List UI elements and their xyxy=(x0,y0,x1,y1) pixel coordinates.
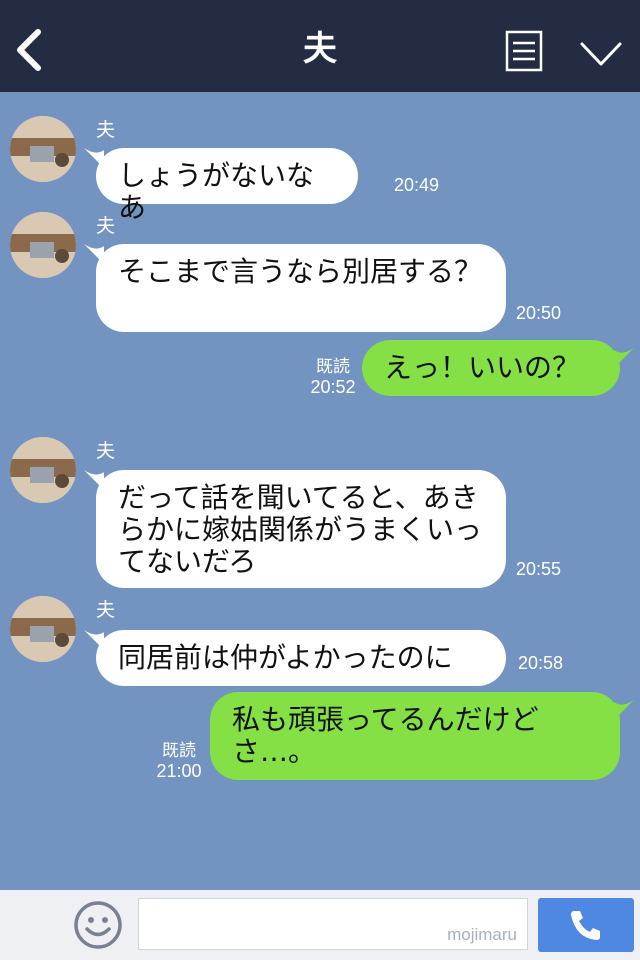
message-time: 20:52 xyxy=(310,377,356,397)
list-icon[interactable] xyxy=(505,30,543,72)
avatar[interactable] xyxy=(10,212,76,278)
message-time: 20:58 xyxy=(518,653,564,673)
message-time: 20:55 xyxy=(516,559,562,579)
watermark: mojimaru xyxy=(447,925,517,944)
message-bubble[interactable]: だって話を聞いてると、あきらかに嫁姑関係がうまくいってないだろ xyxy=(96,470,506,588)
message-bubble[interactable]: えっ！いいの？ xyxy=(362,340,620,396)
message-bubble[interactable]: しょうがないなあ xyxy=(96,148,358,224)
read-receipt: 既読 21:00 xyxy=(154,740,204,782)
chevron-down-icon[interactable] xyxy=(578,38,624,70)
message-time: 20:49 xyxy=(394,175,440,195)
call-button[interactable] xyxy=(538,898,634,952)
message-bubble[interactable]: 私も頑張ってるんだけどさ…。 xyxy=(210,692,620,780)
message-bubble[interactable]: 同居前は仲がよかったのに xyxy=(96,630,506,686)
message-text: 私も頑張ってるんだけどさ…。 xyxy=(232,703,539,768)
sender-name: 夫 xyxy=(96,215,116,237)
chat-title: 夫 xyxy=(303,29,337,69)
bubble-tail xyxy=(614,700,634,720)
message-bubble[interactable]: そこまで言うなら別居する？ xyxy=(96,244,506,332)
sender-name: 夫 xyxy=(96,440,116,462)
avatar[interactable] xyxy=(10,596,76,662)
chat-header: 夫 xyxy=(0,0,640,92)
message-text: だって話を聞いてると、あきらかに嫁姑関係がうまくいってないだろ xyxy=(118,481,483,578)
avatar[interactable] xyxy=(10,437,76,503)
read-receipt: 既読 20:52 xyxy=(308,356,358,398)
message-text: 同居前は仲がよかったのに xyxy=(118,641,453,674)
bubble-tail xyxy=(614,348,634,368)
message-text: えっ！いいの？ xyxy=(384,351,581,384)
message-time: 21:00 xyxy=(156,761,202,781)
phone-icon xyxy=(571,911,600,940)
sender-name: 夫 xyxy=(96,599,116,621)
avatar[interactable] xyxy=(10,116,76,182)
message-text: そこまで言うなら別居する？ xyxy=(118,255,483,288)
message-time: 20:50 xyxy=(516,303,562,323)
sender-name: 夫 xyxy=(96,119,116,141)
message-input[interactable]: mojimaru xyxy=(138,898,528,950)
smiley-icon[interactable] xyxy=(73,900,123,950)
